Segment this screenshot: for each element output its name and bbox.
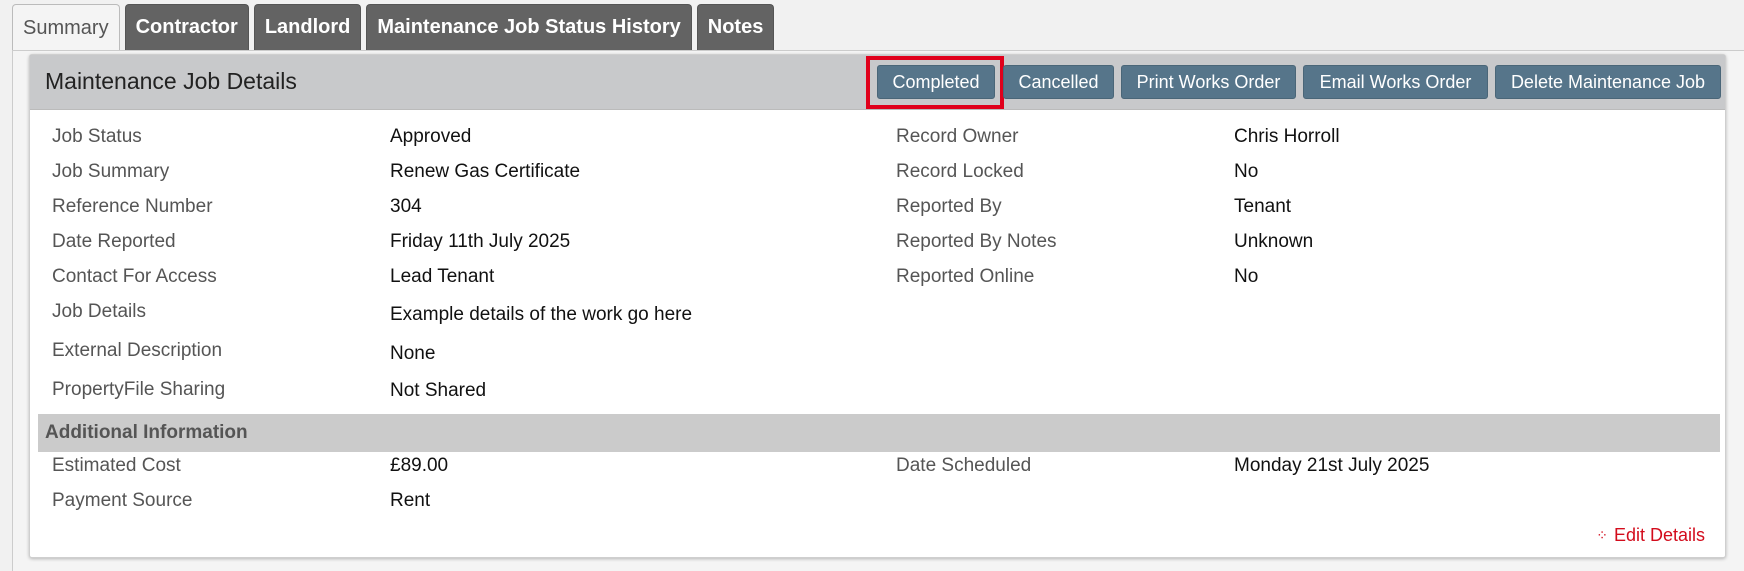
tab-notes[interactable]: Notes bbox=[696, 4, 775, 50]
reported-by-value: Tenant bbox=[1234, 196, 1292, 217]
card-header: Maintenance Job Details Completed Cancel… bbox=[30, 55, 1725, 110]
tab-summary[interactable]: Summary bbox=[12, 4, 120, 51]
additional-information-heading: Additional Information bbox=[38, 414, 1720, 452]
edit-details-label: Edit Details bbox=[1613, 525, 1705, 545]
payment-source-value: Rent bbox=[390, 490, 431, 511]
reference-number-value: 304 bbox=[390, 196, 422, 217]
tab-status-history[interactable]: Maintenance Job Status History bbox=[366, 4, 692, 50]
reported-by-notes-value: Unknown bbox=[1234, 231, 1314, 252]
cancelled-button[interactable]: Cancelled bbox=[1003, 65, 1114, 99]
propertyfile-sharing-label: PropertyFile Sharing bbox=[52, 379, 226, 400]
reported-online-label: Reported Online bbox=[896, 266, 1035, 287]
job-status-label: Job Status bbox=[52, 126, 142, 147]
record-locked-value: No bbox=[1234, 161, 1259, 182]
reported-online-value: No bbox=[1234, 266, 1259, 287]
reported-by-notes-label: Reported By Notes bbox=[896, 231, 1057, 252]
propertyfile-sharing-value: Not Shared bbox=[390, 380, 487, 401]
card-title: Maintenance Job Details bbox=[45, 68, 297, 94]
job-summary-label: Job Summary bbox=[52, 161, 170, 182]
date-scheduled-label: Date Scheduled bbox=[896, 455, 1032, 476]
payment-source-label: Payment Source bbox=[52, 490, 193, 511]
external-description-label: External Description bbox=[52, 340, 223, 361]
delete-maintenance-job-button[interactable]: Delete Maintenance Job bbox=[1495, 65, 1721, 99]
email-works-order-button[interactable]: Email Works Order bbox=[1303, 65, 1488, 99]
tab-bar: Summary Contractor Landlord Maintenance … bbox=[12, 4, 775, 51]
external-description-value: None bbox=[390, 343, 436, 364]
date-reported-label: Date Reported bbox=[52, 231, 176, 252]
print-works-order-button[interactable]: Print Works Order bbox=[1121, 65, 1296, 99]
contact-for-access-label: Contact For Access bbox=[52, 266, 217, 287]
edit-details-link[interactable]: ⁘ Edit Details bbox=[1596, 525, 1705, 546]
tab-landlord[interactable]: Landlord bbox=[253, 4, 362, 50]
date-reported-value: Friday 11th July 2025 bbox=[390, 231, 571, 252]
job-summary-value: Renew Gas Certificate bbox=[390, 161, 581, 182]
estimated-cost-value: £89.00 bbox=[390, 455, 449, 476]
record-owner-label: Record Owner bbox=[896, 126, 1019, 147]
job-details-value: Example details of the work go here bbox=[390, 304, 693, 325]
edit-icon: ⁘ bbox=[1596, 527, 1608, 543]
record-owner-value: Chris Horroll bbox=[1234, 126, 1340, 147]
maintenance-job-card: Maintenance Job Details Completed Cancel… bbox=[29, 54, 1726, 558]
completed-button[interactable]: Completed bbox=[877, 65, 995, 99]
date-scheduled-value: Monday 21st July 2025 bbox=[1234, 455, 1430, 476]
contact-for-access-value: Lead Tenant bbox=[390, 266, 495, 287]
record-locked-label: Record Locked bbox=[896, 161, 1024, 182]
reference-number-label: Reference Number bbox=[52, 196, 213, 217]
estimated-cost-label: Estimated Cost bbox=[52, 455, 181, 476]
job-details-label: Job Details bbox=[52, 301, 146, 322]
job-status-value: Approved bbox=[390, 126, 472, 147]
reported-by-label: Reported By bbox=[896, 196, 1002, 217]
tab-contractor[interactable]: Contractor bbox=[124, 4, 249, 50]
